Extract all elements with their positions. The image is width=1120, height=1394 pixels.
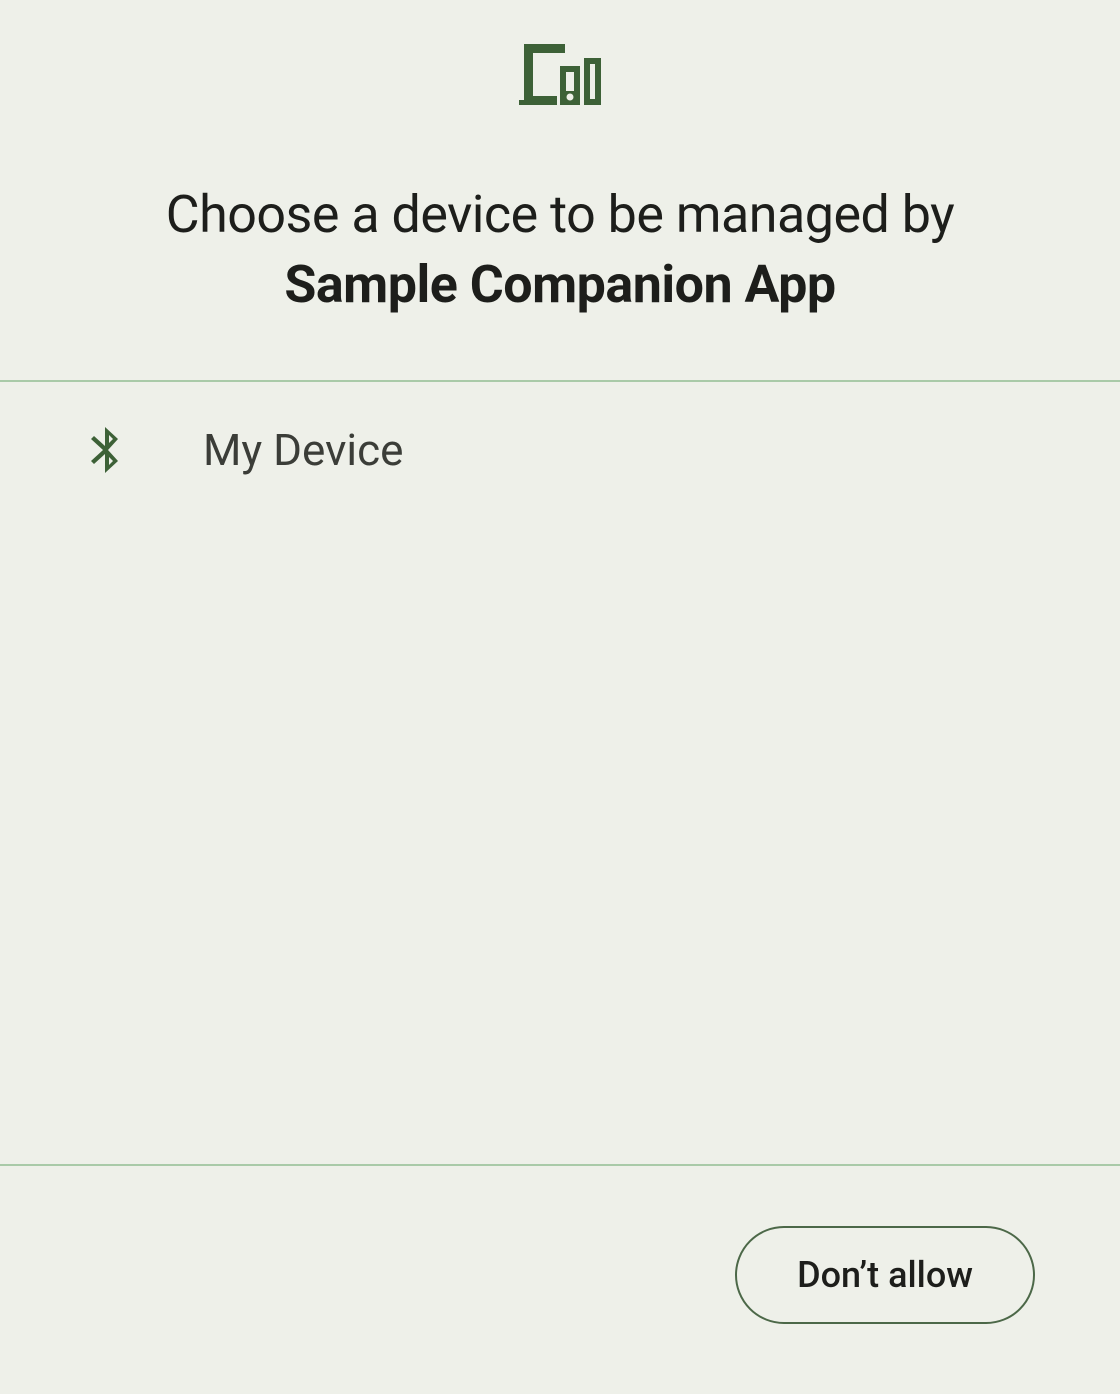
device-item[interactable]: My Device [0,382,1120,518]
device-list: My Device [0,382,1120,1164]
bluetooth-icon [85,427,125,473]
dont-allow-button[interactable]: Don’t allow [735,1226,1035,1324]
dialog-title: Choose a device to be managed by Sample … [85,180,1035,320]
title-prefix: Choose a device to be managed by [166,184,955,245]
title-app-name: Sample Companion App [284,254,835,315]
device-name: My Device [203,424,403,476]
dialog-header: Choose a device to be managed by Sample … [0,0,1120,380]
devices-icon [519,44,601,110]
dialog-footer: Don’t allow [0,1166,1120,1394]
